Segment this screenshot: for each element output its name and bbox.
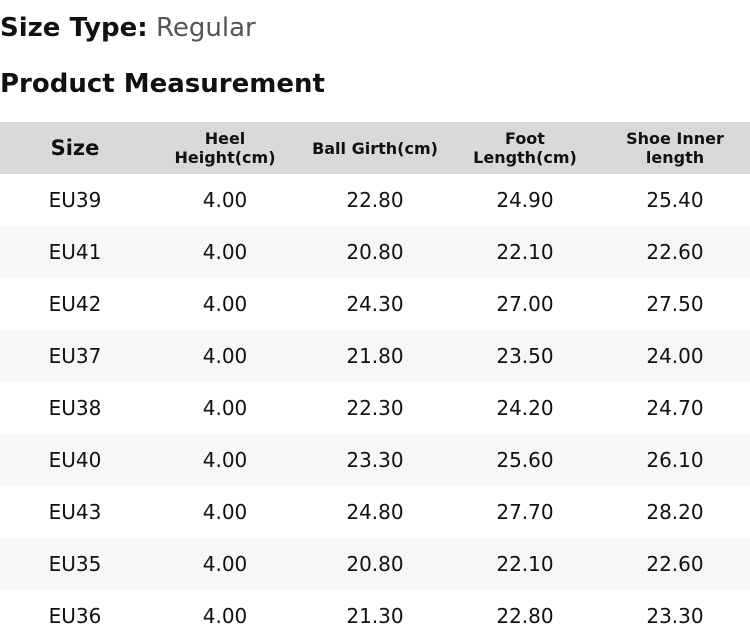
- cell-ball-girth: 23.30: [346, 448, 404, 472]
- cell-ball-girth: 20.80: [346, 240, 404, 264]
- cell-heel-height: 4.00: [202, 448, 248, 472]
- cell-foot-length: 25.60: [496, 448, 554, 472]
- cell-size: EU38: [48, 396, 102, 420]
- table-row: EU35 4.00 20.80 22.10 22.60: [0, 538, 750, 590]
- cell-shoe-inner-length: 24.00: [646, 344, 704, 368]
- cell-shoe-inner-length: 22.60: [646, 552, 704, 576]
- cell-shoe-inner-length: 25.40: [646, 188, 704, 212]
- cell-size: EU39: [48, 188, 102, 212]
- cell-foot-length: 27.00: [496, 292, 554, 316]
- cell-shoe-inner-length: 23.30: [646, 604, 704, 628]
- cell-foot-length: 22.10: [496, 240, 554, 264]
- section-title: Product Measurement: [0, 69, 325, 99]
- cell-size: EU41: [48, 240, 102, 264]
- cell-ball-girth: 24.80: [346, 500, 404, 524]
- column-header-heel-height: Heel Height(cm): [174, 129, 276, 167]
- cell-shoe-inner-length: 22.60: [646, 240, 704, 264]
- column-header-foot-length: Foot Length(cm): [473, 129, 577, 167]
- cell-shoe-inner-length: 26.10: [646, 448, 704, 472]
- cell-heel-height: 4.00: [202, 344, 248, 368]
- measurement-table: Size Heel Height(cm) Ball Girth(cm) Foot…: [0, 122, 750, 642]
- cell-ball-girth: 22.30: [346, 396, 404, 420]
- size-type-line: Size Type: Regular: [0, 10, 256, 46]
- cell-size: EU40: [48, 448, 102, 472]
- cell-size: EU36: [48, 604, 102, 628]
- cell-foot-length: 24.20: [496, 396, 554, 420]
- cell-ball-girth: 24.30: [346, 292, 404, 316]
- table-row: EU37 4.00 21.80 23.50 24.00: [0, 330, 750, 382]
- cell-ball-girth: 21.80: [346, 344, 404, 368]
- cell-shoe-inner-length: 24.70: [646, 396, 704, 420]
- cell-foot-length: 22.80: [496, 604, 554, 628]
- column-header-size: Size: [50, 135, 100, 160]
- table-row: EU39 4.00 22.80 24.90 25.40: [0, 174, 750, 226]
- cell-foot-length: 24.90: [496, 188, 554, 212]
- table-row: EU38 4.00 22.30 24.20 24.70: [0, 382, 750, 434]
- cell-heel-height: 4.00: [202, 292, 248, 316]
- cell-size: EU43: [48, 500, 102, 524]
- cell-size: EU42: [48, 292, 102, 316]
- cell-shoe-inner-length: 28.20: [646, 500, 704, 524]
- table-header-row: Size Heel Height(cm) Ball Girth(cm) Foot…: [0, 122, 750, 174]
- cell-heel-height: 4.00: [202, 396, 248, 420]
- column-header-ball-girth: Ball Girth(cm): [312, 138, 438, 158]
- size-type-value: Regular: [155, 13, 256, 43]
- cell-shoe-inner-length: 27.50: [646, 292, 704, 316]
- cell-ball-girth: 20.80: [346, 552, 404, 576]
- table-row: EU43 4.00 24.80 27.70 28.20: [0, 486, 750, 538]
- cell-size: EU35: [48, 552, 102, 576]
- cell-ball-girth: 22.80: [346, 188, 404, 212]
- table-row: EU41 4.00 20.80 22.10 22.60: [0, 226, 750, 278]
- cell-heel-height: 4.00: [202, 552, 248, 576]
- cell-size: EU37: [48, 344, 102, 368]
- cell-ball-girth: 21.30: [346, 604, 404, 628]
- cell-heel-height: 4.00: [202, 500, 248, 524]
- cell-foot-length: 22.10: [496, 552, 554, 576]
- cell-foot-length: 27.70: [496, 500, 554, 524]
- table-row: EU42 4.00 24.30 27.00 27.50: [0, 278, 750, 330]
- table-row: EU36 4.00 21.30 22.80 23.30: [0, 590, 750, 642]
- table-row: EU40 4.00 23.30 25.60 26.10: [0, 434, 750, 486]
- cell-heel-height: 4.00: [202, 188, 248, 212]
- size-type-label: Size Type:: [0, 13, 148, 43]
- column-header-shoe-inner-length: Shoe Inner length: [626, 129, 724, 167]
- cell-heel-height: 4.00: [202, 240, 248, 264]
- cell-foot-length: 23.50: [496, 344, 554, 368]
- cell-heel-height: 4.00: [202, 604, 248, 628]
